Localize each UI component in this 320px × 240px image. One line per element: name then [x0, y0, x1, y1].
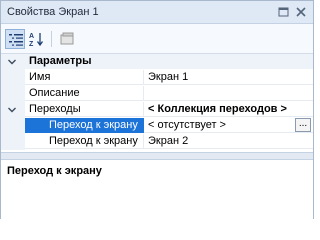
row-gutter	[1, 102, 25, 118]
property-label: Имя	[25, 70, 144, 85]
description-pane: Переход к экрану	[1, 159, 313, 219]
property-value[interactable]: Экран 1	[144, 70, 313, 85]
property-row-transitions[interactable]: Переходы < Коллекция переходов >	[1, 102, 313, 118]
property-value[interactable]	[144, 86, 313, 101]
property-value[interactable]: Экран 2	[144, 134, 313, 149]
property-value-text: < отсутствует >	[148, 119, 226, 131]
property-label: Переходы	[25, 102, 144, 117]
svg-text:Z: Z	[29, 41, 34, 47]
panel-titlebar[interactable]: Свойства Экран 1	[1, 1, 313, 24]
sort-alphabetical-button[interactable]: A Z	[26, 29, 46, 49]
category-value	[144, 54, 313, 69]
category-label: Параметры	[25, 54, 144, 69]
subproperty-row-transition-1[interactable]: Переход к экрану < отсутствует > ...	[1, 118, 313, 134]
dock-icon[interactable]	[277, 5, 291, 19]
property-pages-button[interactable]	[57, 29, 77, 49]
chevron-down-icon[interactable]	[7, 105, 17, 115]
property-label: Переход к экрану	[25, 118, 144, 133]
row-gutter	[1, 118, 25, 134]
chevron-down-icon[interactable]	[7, 57, 17, 67]
row-gutter	[1, 86, 25, 102]
categorized-button[interactable]	[5, 29, 25, 49]
panel-title: Свойства Экран 1	[7, 6, 99, 18]
property-value[interactable]: < Коллекция переходов >	[144, 102, 313, 117]
sort-alphabetical-icon: A Z	[29, 33, 44, 47]
description-splitter[interactable]	[1, 152, 313, 159]
property-value[interactable]: < отсутствует > ...	[144, 118, 313, 133]
row-gutter	[1, 54, 25, 70]
subproperty-row-transition-2[interactable]: Переход к экрану Экран 2	[1, 134, 313, 150]
ellipsis-button[interactable]: ...	[295, 118, 311, 132]
categorized-icon	[9, 34, 23, 46]
property-label: Переход к экрану	[25, 134, 144, 149]
description-title: Переход к экрану	[7, 165, 102, 177]
category-row-parameters[interactable]: Параметры	[1, 54, 313, 70]
property-toolbar: A Z	[1, 24, 313, 54]
row-gutter	[1, 134, 25, 150]
property-label: Описание	[25, 86, 144, 101]
row-gutter	[1, 70, 25, 86]
properties-panel: Свойства Экран 1 A Z Параметры Имя Экран…	[0, 0, 314, 219]
property-grid: Параметры Имя Экран 1 Описание Переходы …	[1, 54, 313, 152]
property-row-name[interactable]: Имя Экран 1	[1, 70, 313, 86]
property-pages-icon	[60, 32, 74, 45]
toolbar-separator	[51, 31, 52, 47]
close-icon[interactable]	[294, 5, 308, 19]
property-row-description[interactable]: Описание	[1, 86, 313, 102]
svg-text:A: A	[29, 33, 34, 40]
